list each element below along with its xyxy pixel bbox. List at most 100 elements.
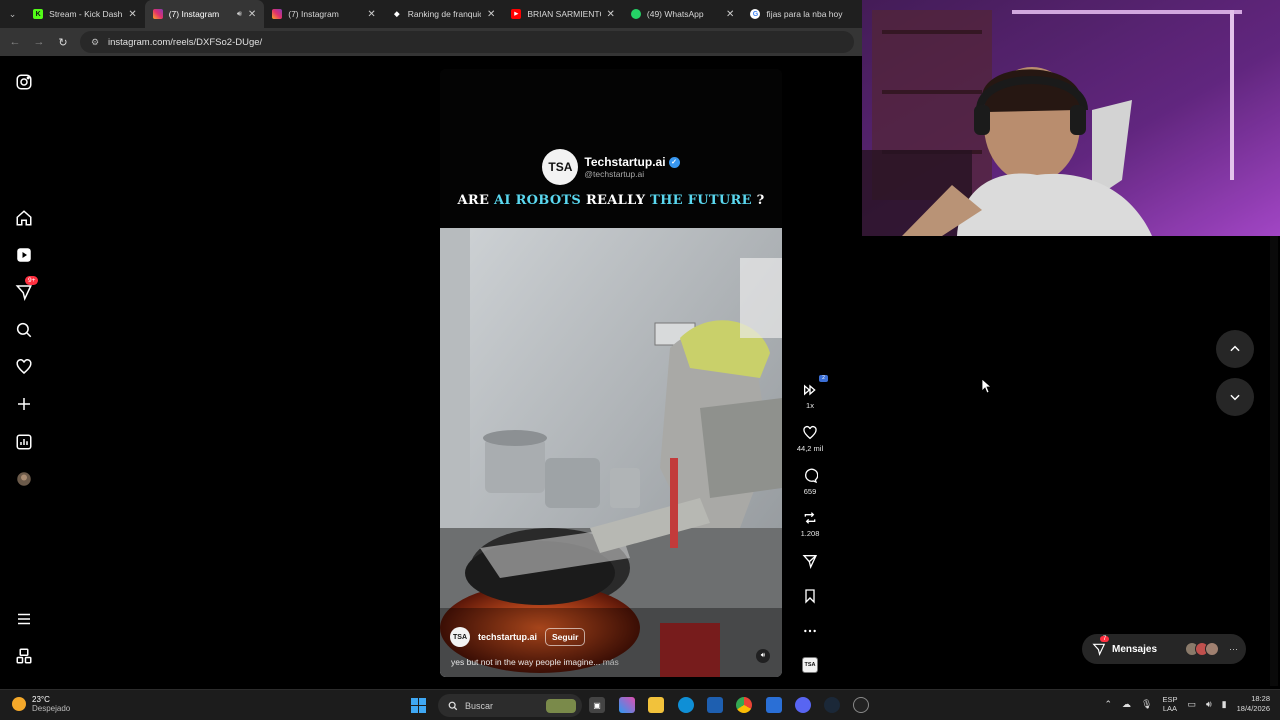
like-count: 44,2 mil <box>796 444 824 453</box>
close-icon[interactable]: ✕ <box>726 9 734 20</box>
share-send-icon <box>802 555 818 569</box>
reels-icon[interactable] <box>12 243 36 267</box>
webcam-overlay-image <box>862 0 1280 236</box>
repost-button[interactable]: 1.208 <box>790 510 830 538</box>
store-icon[interactable] <box>707 697 723 713</box>
speed-badge: 2 <box>819 375 828 382</box>
instagram-sidebar: 9+ <box>0 56 48 689</box>
notepad-icon[interactable] <box>766 697 782 713</box>
author-avatar[interactable]: TSA <box>450 627 470 647</box>
back-arrow-icon[interactable]: ← <box>8 35 22 49</box>
tab-kick[interactable]: K Stream - Kick Dashboard ✕ <box>25 0 145 28</box>
follow-button[interactable]: Seguir <box>545 628 586 646</box>
steam-icon[interactable] <box>824 697 840 713</box>
copilot-icon[interactable] <box>619 697 635 713</box>
clock-date: 18/4/2026 <box>1236 704 1270 713</box>
file-explorer-icon[interactable] <box>648 697 664 713</box>
menu-hamburger-icon[interactable] <box>12 607 36 631</box>
tab-ranking[interactable]: ◆ Ranking de franquicias ✕ <box>384 0 504 28</box>
reel-caption[interactable]: yes but not in the way people imagine...… <box>451 657 619 667</box>
home-icon[interactable] <box>12 206 36 230</box>
tab-google[interactable]: G fijas para la nba hoy <box>742 0 862 28</box>
chevron-down-icon <box>1230 394 1240 401</box>
share-button[interactable] <box>790 553 830 569</box>
weather-widget[interactable]: 23°C Despejado <box>12 695 70 713</box>
search-icon <box>448 701 458 710</box>
obs-icon[interactable] <box>853 697 869 713</box>
tab-whatsapp[interactable]: (49) WhatsApp ✕ <box>623 0 743 28</box>
direct-messages-icon[interactable]: 9+ <box>12 276 39 304</box>
notifications-badge: 9+ <box>25 276 39 285</box>
url-input[interactable]: ⚙︎ instagram.com/reels/DXFSo2-DUge/ <box>80 31 854 53</box>
edge-icon[interactable] <box>678 697 694 713</box>
onedrive-icon[interactable]: ☁︎ <box>1122 699 1131 710</box>
discord-icon[interactable] <box>795 697 811 713</box>
audio-playing-icon[interactable]: 🔊︎ <box>237 9 242 19</box>
avatar <box>1205 642 1219 656</box>
heart-icon[interactable] <box>12 355 36 379</box>
previous-reel-button[interactable] <box>1216 330 1254 368</box>
taskbar-search-input[interactable]: Buscar <box>438 694 582 717</box>
author-username[interactable]: techstartup.ai <box>478 632 537 642</box>
brand-handle: @techstartup.ai <box>584 169 645 179</box>
volume-icon[interactable]: 🔊︎ <box>756 649 770 663</box>
search-icon[interactable] <box>12 318 36 342</box>
headline-part: ARE <box>457 193 494 208</box>
clock[interactable]: 18:28 18/4/2026 <box>1237 694 1270 714</box>
battery-icon[interactable]: ▮ <box>1222 699 1227 710</box>
reel-title-card: TSA Techstartup.ai ✓ @techstartup.ai ARE … <box>440 69 782 228</box>
robot-kitchen-video-frame <box>440 228 782 677</box>
reel-headline: ARE AI ROBOTS REALLY THE FUTURE ? <box>440 193 782 208</box>
tab-instagram-active[interactable]: (7) Instagram 🔊︎ ✕ <box>144 0 265 28</box>
instagram-favicon-icon <box>272 9 283 19</box>
create-plus-icon[interactable] <box>12 392 36 416</box>
more-options-button[interactable] <box>790 623 830 639</box>
chevron-up-icon[interactable]: ⌃ <box>1104 699 1112 710</box>
like-button[interactable]: 44,2 mil <box>790 425 830 453</box>
tab-instagram[interactable]: (7) Instagram ✕ <box>264 0 384 28</box>
speed-button[interactable]: 2 1x <box>790 375 830 410</box>
close-icon[interactable]: ✕ <box>607 9 615 20</box>
caption-more-link[interactable]: más <box>600 657 619 667</box>
reload-icon[interactable]: ↻ <box>56 35 70 49</box>
headline-highlight: AI ROBOTS <box>493 193 582 208</box>
microphone-icon[interactable]: 🎙︎ <box>1141 699 1152 710</box>
tab-search-chevron-icon[interactable]: ⌄ <box>0 0 25 28</box>
reel-video[interactable]: TSA Techstartup.ai ✓ @techstartup.ai ARE … <box>440 69 782 677</box>
task-view-icon[interactable]: ▣ <box>589 697 605 713</box>
next-reel-button[interactable] <box>1216 378 1254 416</box>
verified-icon: ✓ <box>668 157 680 169</box>
messages-button[interactable]: 7 Mensajes ··· <box>1082 634 1246 664</box>
browser-tab-bar: ⌄ K Stream - Kick Dashboard ✕ (7) Instag… <box>0 0 862 28</box>
tab-youtube[interactable]: ▶ BRIAN SARMIENTO y ✕ <box>503 0 623 28</box>
search-placeholder: Buscar <box>465 700 494 711</box>
input-language[interactable]: ESP LAA <box>1162 695 1177 713</box>
profile-avatar[interactable] <box>12 467 36 491</box>
close-icon[interactable]: ✕ <box>248 9 256 20</box>
whatsapp-favicon-icon <box>630 9 641 19</box>
instagram-favicon-icon <box>152 9 163 19</box>
network-icon[interactable]: ▭ <box>1187 699 1196 710</box>
volume-icon[interactable]: 🔊︎ <box>1206 699 1212 710</box>
tab-title: (7) Instagram <box>168 9 220 19</box>
instagram-logo-icon[interactable] <box>12 70 36 94</box>
close-icon[interactable]: ✕ <box>367 9 375 20</box>
windows-start-icon[interactable] <box>411 698 426 713</box>
close-icon[interactable]: ✕ <box>128 9 136 20</box>
more-dots-icon <box>804 629 816 633</box>
save-button[interactable] <box>790 588 830 604</box>
more-apps-icon[interactable] <box>12 644 36 668</box>
site-info-icon[interactable]: ⚙︎ <box>90 37 100 47</box>
headline-part: REALLY <box>581 193 651 208</box>
forward-arrow-icon[interactable]: → <box>32 35 46 49</box>
bookmark-icon <box>805 589 815 604</box>
insights-chart-icon[interactable] <box>12 430 36 454</box>
tab-title: fijas para la nba hoy <box>766 9 843 19</box>
comment-button[interactable]: 659 <box>790 468 830 496</box>
close-icon[interactable]: ✕ <box>487 9 495 20</box>
messages-more-icon: ··· <box>1229 644 1238 654</box>
chrome-icon[interactable] <box>736 697 752 713</box>
comment-count: 659 <box>803 487 817 496</box>
page-scrollbar[interactable] <box>1270 236 1278 686</box>
audio-track-button[interactable]: TSA <box>790 657 830 673</box>
